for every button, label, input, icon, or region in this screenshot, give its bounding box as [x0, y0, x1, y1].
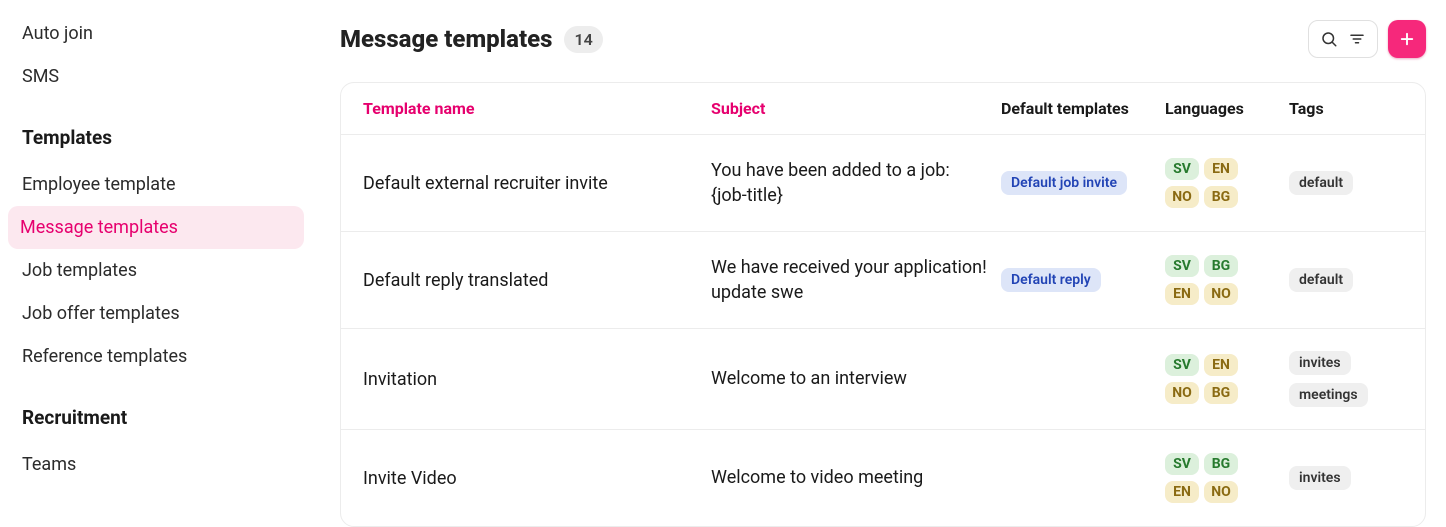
templates-table: Template name Subject Default templates … [340, 82, 1426, 527]
sidebar-item-teams[interactable]: Teams [20, 443, 300, 486]
sidebar-section-recruitment: Recruitment [20, 378, 300, 443]
tag-pill: invites [1289, 466, 1351, 490]
sidebar-item-message-templates[interactable]: Message templates [8, 206, 304, 249]
table-row[interactable]: Invite Video Welcome to video meeting SV… [341, 430, 1425, 526]
sidebar-item-reference-templates[interactable]: Reference templates [20, 335, 300, 378]
plus-icon [1398, 30, 1416, 48]
language-badge: EN [1204, 354, 1238, 376]
language-badge: BG [1204, 255, 1238, 277]
language-badge: NO [1165, 186, 1199, 208]
sidebar: Auto join SMS Templates Employee templat… [0, 0, 310, 506]
cell-subject: Welcome to an interview [711, 368, 907, 389]
default-template-pill: Default reply [1001, 268, 1101, 292]
table-header-row: Template name Subject Default templates … [341, 83, 1425, 135]
language-badge: SV [1165, 354, 1199, 376]
language-badge: BG [1204, 186, 1238, 208]
cell-template-name: Invite Video [363, 468, 457, 489]
sidebar-item-sms[interactable]: SMS [20, 55, 300, 98]
language-badge: SV [1165, 453, 1199, 475]
col-header-tags[interactable]: Tags [1289, 99, 1324, 118]
col-header-default[interactable]: Default templates [1001, 99, 1129, 118]
language-badge: NO [1165, 382, 1199, 404]
sidebar-item-job-templates[interactable]: Job templates [20, 249, 300, 292]
tag-pill: meetings [1289, 383, 1368, 407]
tag-pill: invites [1289, 351, 1351, 375]
language-badge: BG [1204, 382, 1238, 404]
language-badge: EN [1165, 481, 1199, 503]
language-badge: NO [1204, 283, 1238, 305]
tag-pill: default [1289, 268, 1353, 292]
search-filter-pill [1308, 20, 1378, 58]
sidebar-item-auto-join[interactable]: Auto join [20, 12, 300, 55]
table-row[interactable]: Default external recruiter invite You ha… [341, 135, 1425, 232]
language-badge: EN [1204, 158, 1238, 180]
table-row[interactable]: Invitation Welcome to an interview SVEN … [341, 329, 1425, 430]
filter-icon [1348, 30, 1366, 48]
cell-template-name: Default reply translated [363, 270, 548, 291]
language-badge: BG [1204, 453, 1238, 475]
cell-subject: You have been added to a job: {job-title… [711, 160, 950, 206]
sidebar-item-job-offer-templates[interactable]: Job offer templates [20, 292, 300, 335]
default-template-pill: Default job invite [1001, 171, 1127, 195]
language-badge: SV [1165, 255, 1199, 277]
sidebar-section-templates: Templates [20, 98, 300, 163]
cell-subject: We have received your application! updat… [711, 257, 987, 303]
main-content: Message templates 14 [310, 0, 1446, 506]
add-button[interactable] [1388, 20, 1426, 58]
sidebar-item-employee-template[interactable]: Employee template [20, 163, 300, 206]
tag-pill: default [1289, 171, 1353, 195]
cell-template-name: Invitation [363, 369, 437, 390]
language-badge: EN [1165, 283, 1199, 305]
cell-template-name: Default external recruiter invite [363, 173, 608, 194]
page-header: Message templates 14 [340, 20, 1426, 58]
filter-button[interactable] [1343, 25, 1371, 53]
table-row[interactable]: Default reply translated We have receive… [341, 232, 1425, 329]
col-header-languages[interactable]: Languages [1165, 99, 1244, 118]
search-button[interactable] [1315, 25, 1343, 53]
col-header-name[interactable]: Template name [363, 99, 475, 118]
language-badge: NO [1204, 481, 1238, 503]
col-header-subject[interactable]: Subject [711, 99, 765, 118]
search-icon [1320, 30, 1338, 48]
page-title: Message templates [340, 25, 552, 53]
cell-subject: Welcome to video meeting [711, 467, 923, 488]
language-badge: SV [1165, 158, 1199, 180]
count-badge: 14 [564, 26, 602, 53]
